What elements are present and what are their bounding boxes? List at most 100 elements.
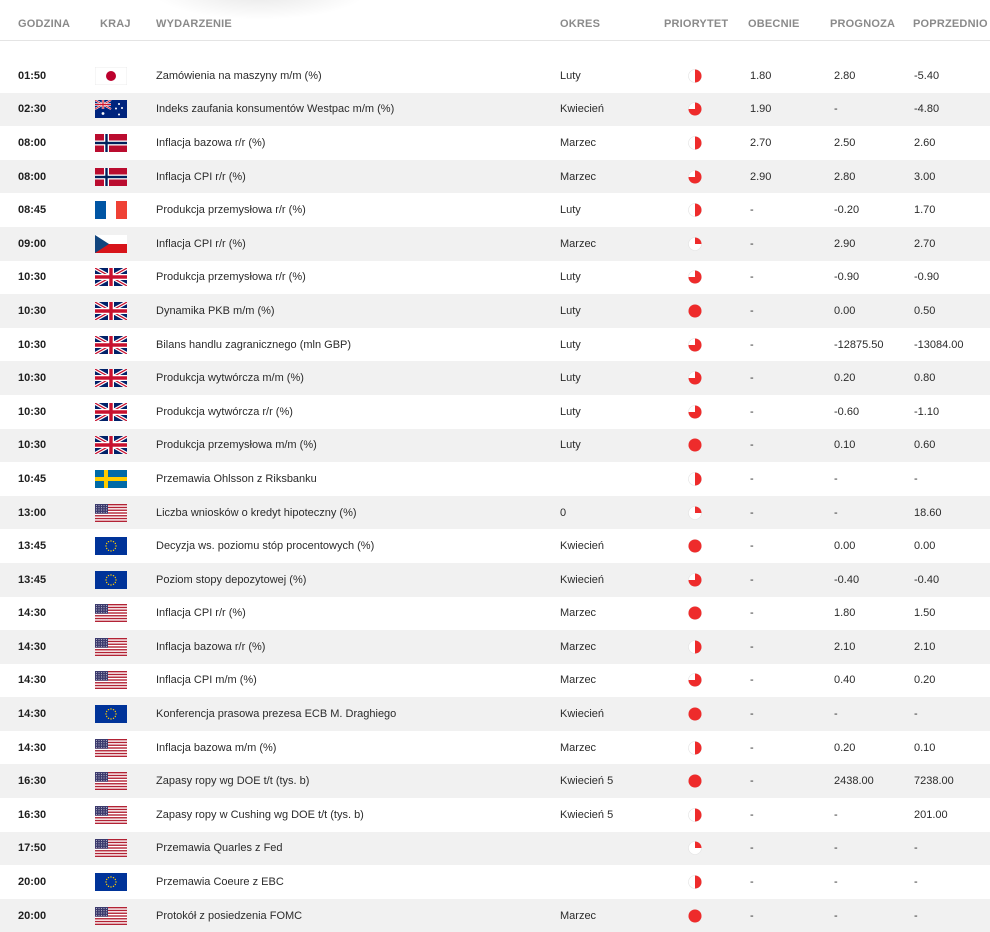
priority-indicator (688, 395, 702, 429)
event-previous: - (914, 472, 918, 485)
event-title: Inflacja CPI m/m (%) (156, 674, 257, 687)
priority-medium-icon (688, 875, 702, 889)
event-title: Inflacja bazowa m/m (%) (156, 741, 277, 754)
table-row[interactable]: 02:30 Indeks zaufania konsumentów Westpac… (0, 92, 990, 127)
column-header-priority[interactable]: PRIORYTET (664, 18, 728, 30)
priority-high-icon (688, 572, 702, 587)
event-previous: -0.40 (914, 573, 940, 586)
priority-medium-icon (688, 68, 702, 83)
table-row[interactable]: 10:30 Produkcja przemysłowa m/m (%) Luty - 0… (0, 428, 990, 463)
flag-us-icon (95, 805, 127, 824)
country-flag (95, 294, 127, 328)
priority-medium-icon (688, 203, 702, 217)
table-row[interactable]: 10:30 Produkcja przemysłowa r/r (%) Luty - -… (0, 261, 990, 295)
event-previous: 2.70 (914, 237, 936, 250)
event-title: Produkcja przemysłowa r/r (%) (156, 271, 306, 284)
event-actual: - (750, 640, 754, 653)
table-row[interactable]: 10:30 Dynamika PKB m/m (%) Luty - 0.00 0.50 (0, 294, 990, 328)
event-forecast: 0.00 (834, 540, 856, 553)
event-actual: - (750, 842, 754, 855)
table-row[interactable]: 10:30 Bilans handlu zagranicznego (mln GB… (0, 328, 990, 362)
event-forecast: 0.20 (834, 372, 856, 385)
table-row[interactable]: 08:45 Produkcja przemysłowa r/r (%) Luty - -… (0, 193, 990, 227)
event-previous: 0.60 (914, 439, 936, 452)
table-row[interactable]: 20:00 Przemawia Coeure z EBC - - - (0, 865, 990, 899)
table-row[interactable]: 16:30 Zapasy ropy wg DOE t/t (tys. b) Kwie… (0, 764, 990, 799)
table-row[interactable]: 10:45 Przemawia Ohlsson z Riksbanku - - - (0, 462, 990, 496)
event-title: Inflacja CPI r/r (%) (156, 170, 246, 183)
table-row[interactable]: 14:30 Inflacja bazowa r/r (%) Marzec - 2.10 2… (0, 630, 990, 664)
table-row[interactable]: 14:30 Inflacja CPI m/m (%) Marzec - 0.40 0.20 (0, 664, 990, 698)
country-flag (95, 193, 127, 227)
event-time: 10:30 (18, 304, 47, 317)
priority-indicator (688, 160, 702, 194)
event-time: 20:00 (18, 909, 47, 922)
priority-indicator (688, 731, 702, 765)
country-flag (95, 731, 127, 765)
event-period: Luty (560, 338, 581, 351)
column-header-country[interactable]: KRAJ (100, 18, 131, 30)
table-row[interactable]: 14:30 Inflacja CPI r/r (%) Marzec - 1.80 1.50 (0, 597, 990, 631)
table-row[interactable]: 10:30 Produkcja wytwórcza r/r (%) Luty - -0.… (0, 395, 990, 429)
event-forecast: -0.60 (834, 405, 860, 418)
column-header-event[interactable]: WYDARZENIE (156, 18, 232, 30)
event-title: Dynamika PKB m/m (%) (156, 304, 275, 317)
table-row[interactable]: 09:00 Inflacja CPI r/r (%) Marzec - 2.90 2.70 (0, 226, 990, 261)
priority-full-icon (688, 304, 702, 318)
event-time: 08:00 (18, 170, 47, 183)
event-forecast: 1.80 (834, 607, 856, 620)
priority-full-icon (688, 774, 702, 789)
country-flag (95, 160, 127, 194)
event-actual: - (750, 540, 754, 553)
table-row[interactable]: 10:30 Produkcja wytwórcza m/m (%) Luty - 0.2… (0, 361, 990, 395)
event-actual: - (750, 237, 754, 250)
table-row[interactable]: 01:50 Zamówienia na maszyny m/m (%) Luty 1.… (0, 59, 990, 93)
event-time: 10:30 (18, 338, 47, 351)
table-row[interactable]: 13:45 Decyzja ws. poziomu stóp procentowy… (0, 529, 990, 563)
country-flag (95, 429, 127, 463)
column-header-period[interactable]: OKRES (560, 18, 600, 30)
event-previous: 1.50 (914, 607, 936, 620)
table-row[interactable]: 08:00 Inflacja CPI r/r (%) Marzec 2.90 2.80 3… (0, 159, 990, 194)
event-actual: - (750, 808, 754, 821)
event-time: 14:30 (18, 607, 47, 620)
priority-indicator (688, 798, 702, 832)
event-title: Indeks zaufania konsumentów Westpac m/m … (156, 103, 395, 116)
priority-indicator (688, 361, 702, 395)
event-previous: -4.80 (914, 103, 940, 116)
country-flag (95, 93, 127, 127)
events-table-body: 01:50 Zamówienia na maszyny m/m (%) Luty 1.… (0, 59, 990, 932)
priority-medium-icon (688, 472, 702, 486)
event-previous: 0.80 (914, 372, 936, 385)
priority-indicator (688, 261, 702, 295)
table-row[interactable]: 08:00 Inflacja bazowa r/r (%) Marzec 2.70 2.… (0, 126, 990, 160)
column-header-previous[interactable]: POPRZEDNIO (913, 18, 988, 30)
column-header-time[interactable]: GODZINA (18, 18, 70, 30)
table-row[interactable]: 17:50 Przemawia Quarles z Fed - - - (0, 831, 990, 866)
table-row[interactable]: 13:45 Poziom stopy depozytowej (%) Kwiecie… (0, 562, 990, 597)
event-actual: 2.70 (750, 136, 772, 149)
table-row[interactable]: 14:30 Inflacja bazowa m/m (%) Marzec - 0.20 0… (0, 731, 990, 765)
table-row[interactable]: 14:30 Konferencja prasowa prezesa ECB M. … (0, 697, 990, 731)
flag-no-icon (95, 167, 127, 186)
flag-gb-icon (95, 436, 127, 455)
event-time: 10:30 (18, 372, 47, 385)
table-row[interactable]: 16:30 Zapasy ropy w Cushing wg DOE t/t (t… (0, 798, 990, 832)
flag-gb-icon (95, 268, 127, 287)
column-header-forecast[interactable]: PROGNOZA (830, 18, 895, 30)
column-header-actual[interactable]: OBECNIE (748, 18, 800, 30)
country-flag (95, 597, 127, 631)
country-flag (95, 764, 127, 798)
event-period: Marzec (560, 674, 597, 687)
flag-eu-icon (95, 537, 127, 556)
table-row[interactable]: 13:00 Liczba wniosków o kredyt hipoteczny… (0, 495, 990, 530)
event-time: 16:30 (18, 775, 47, 788)
event-title: Produkcja przemysłowa m/m (%) (156, 439, 317, 452)
priority-indicator (688, 496, 702, 530)
country-flag (95, 328, 127, 362)
priority-low-icon (688, 841, 702, 856)
flag-au-icon (95, 100, 127, 119)
event-previous: - (914, 708, 918, 721)
priority-full-icon (688, 438, 702, 453)
table-row[interactable]: 20:00 Protokół z posiedzenia FOMC Marzec - -… (0, 898, 990, 932)
